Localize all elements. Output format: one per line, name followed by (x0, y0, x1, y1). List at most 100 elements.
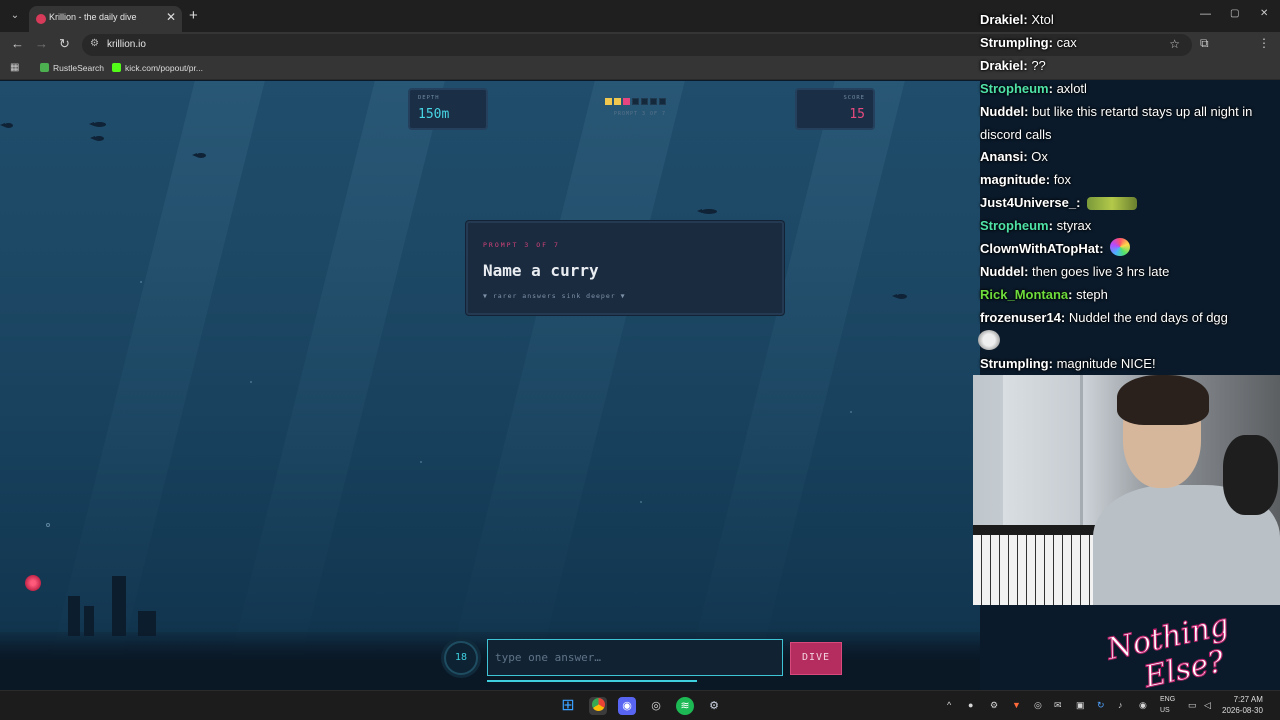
chat-message: Nuddel: then goes live 3 hrs late (980, 264, 1170, 279)
webcam-feed (973, 375, 1280, 605)
chat-username: Rick_Montana (980, 287, 1069, 302)
tray-sync-icon[interactable]: ↻ (1097, 700, 1105, 711)
screen: ⌄ Krillion - the daily dive ✕ + — ▢ ✕ ← … (0, 0, 1280, 720)
fish-silhouette (192, 153, 206, 158)
chat-text: Nuddel the end days of dgg (1068, 310, 1228, 325)
fish-silhouette (90, 136, 104, 141)
tray-steam-icon[interactable]: ◉ (1139, 700, 1147, 711)
progress-pip (641, 98, 648, 105)
spotify-icon[interactable]: ≋ (676, 697, 694, 715)
prompt-kicker: PROMPT 3 OF 7 (483, 241, 560, 249)
chat-text: styrax (1056, 218, 1092, 233)
seaweed (68, 596, 80, 636)
chat-username: frozenuser14 (980, 310, 1061, 325)
tray-app-icon[interactable]: ▣ (1076, 700, 1085, 711)
chat-message: Just4Universe_: (980, 191, 1275, 214)
back-arrow-icon[interactable]: ← (11, 36, 24, 51)
chat-message: Strumpling: magnitude NICE! (980, 356, 1156, 371)
chat-message: Drakiel: ?? (980, 58, 1046, 73)
rustlesearch-icon (40, 63, 49, 72)
fish-silhouette (697, 209, 717, 214)
windows-taskbar: ⊞ ◉ ◎ ≋ ⚙ ^ ● ⚙ ▼ ◎ ✉ ▣ ↻ ♪ ◉ ENG US ▭ ◁… (0, 690, 1280, 720)
tray-mic-icon[interactable]: ♪ (1118, 700, 1123, 710)
url-text[interactable]: krillion.io (107, 39, 146, 50)
depth-panel: DEPTH 150m (408, 88, 488, 130)
discord-icon[interactable]: ◉ (618, 697, 636, 715)
emote-image (1110, 238, 1131, 256)
score-label: SCORE (843, 95, 865, 101)
lang-code: ENG (1160, 696, 1176, 703)
tray-overflow-icon[interactable]: ^ (947, 700, 951, 710)
language-indicator[interactable]: ENG US (1160, 694, 1175, 716)
chat-message: Rick_Montana: steph (980, 287, 1108, 302)
tray-app-icon[interactable]: ◎ (1034, 700, 1042, 711)
game-viewport: DEPTH 150m PROMPT 3 OF 7 SCORE 15 PROMPT… (0, 81, 980, 690)
stream-chat: Drakiel: Xtol Strumpling: cax Drakiel: ?… (975, 0, 1280, 375)
start-windows-icon[interactable]: ⊞ (559, 697, 577, 715)
chrome-icon[interactable] (589, 697, 607, 715)
seaweed (112, 576, 126, 636)
tray-brave-icon[interactable]: ▼ (1012, 700, 1021, 710)
score-panel: SCORE 15 (795, 88, 875, 130)
chat-message: Strumpling: cax (980, 35, 1077, 50)
reload-icon[interactable]: ↻ (59, 36, 70, 52)
bookmark-kick[interactable]: kick.com/popout/pr... (112, 63, 203, 73)
emote-image (1087, 197, 1138, 210)
tray-steam-icon[interactable]: ⚙ (990, 700, 998, 711)
steam-icon[interactable]: ⚙ (705, 697, 723, 715)
particle (250, 381, 252, 383)
krillion-favicon-icon (36, 14, 46, 24)
chat-message: magnitude: fox (980, 172, 1072, 187)
chat-text: Xtol (1031, 12, 1054, 27)
bookmark-rustlesearch[interactable]: RustleSearch (40, 63, 104, 73)
particle (140, 281, 142, 283)
webcam-door (1003, 375, 1083, 550)
chat-username: Drakiel (980, 12, 1024, 27)
kick-icon (112, 63, 121, 72)
apps-grid-icon[interactable]: ▦ (10, 62, 19, 73)
chat-message: Anansi: Ox (980, 149, 1048, 164)
tab-search-icon[interactable]: ⌄ (6, 7, 24, 25)
network-icon[interactable]: ▭ (1188, 700, 1197, 711)
new-tab-button[interactable]: + (189, 7, 198, 24)
clock-time: 7:27 AM (1233, 695, 1263, 704)
browser-tab[interactable]: Krillion - the daily dive ✕ (29, 6, 182, 32)
webcam-person-hair (1117, 375, 1209, 425)
chat-username: ClownWithATopHat (980, 241, 1100, 256)
dive-button[interactable]: DIVE (790, 642, 842, 675)
progress-pip (650, 98, 657, 105)
jellyfish-icon (25, 575, 41, 591)
progress-pip-done (605, 98, 612, 105)
answer-input[interactable] (487, 639, 783, 676)
bubble (46, 523, 50, 527)
clock-date: 2026-08-30 (1222, 706, 1263, 715)
site-info-icon[interactable]: ⚙ (90, 38, 99, 49)
forward-arrow-icon[interactable]: → (35, 36, 48, 51)
chat-message: Stropheum: axlotl (980, 81, 1087, 96)
tray-chrome-icon[interactable]: ● (968, 700, 973, 710)
score-value: 15 (849, 107, 865, 122)
bookmark-label: RustleSearch (53, 63, 105, 73)
tab-close-icon[interactable]: ✕ (166, 10, 176, 24)
system-clock[interactable]: 7:27 AM 2026-08-30 (1222, 694, 1263, 716)
chat-username: Just4Universe_ (980, 195, 1077, 210)
light-ray (682, 81, 908, 690)
timer-progress-bar (487, 680, 697, 682)
chat-message: frozenuser14: Nuddel the end days of dgg (980, 310, 1228, 325)
stream-logo: Nothing Else? (1100, 607, 1275, 695)
progress-pip (659, 98, 666, 105)
chat-username: Nuddel (980, 104, 1025, 119)
depth-value: 150m (418, 107, 450, 122)
tray-mail-icon[interactable]: ✉ (1054, 700, 1062, 711)
chat-text: steph (1076, 287, 1108, 302)
particle (420, 461, 422, 463)
prompt-title: Name a curry (483, 261, 599, 280)
progress-pip (632, 98, 639, 105)
volume-icon[interactable]: ◁ (1204, 700, 1211, 711)
fish-silhouette (0, 123, 13, 128)
particle (850, 411, 852, 413)
lang-region: US (1160, 707, 1170, 714)
obs-icon[interactable]: ◎ (647, 697, 665, 715)
chat-username: Strumpling (980, 35, 1049, 50)
tab-title: Krillion - the daily dive (49, 12, 137, 22)
